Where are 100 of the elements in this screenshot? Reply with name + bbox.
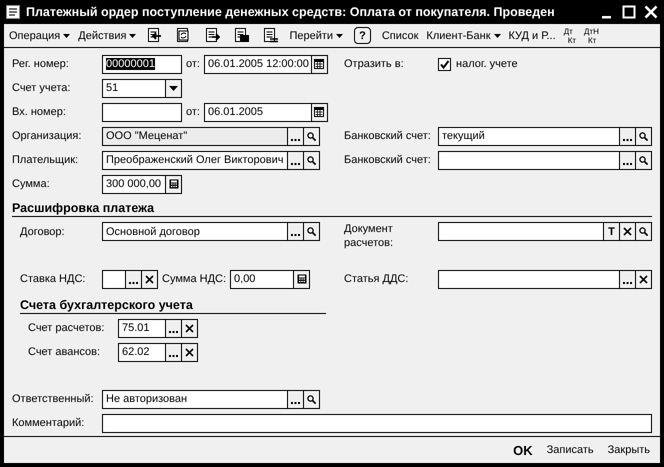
search-icon bbox=[307, 394, 316, 404]
menu-button[interactable]: Перейти bbox=[286, 26, 346, 46]
input-field[interactable] bbox=[438, 222, 604, 241]
field-label: Банковский счет: bbox=[344, 130, 432, 142]
dropdown-button[interactable] bbox=[166, 78, 182, 98]
search-button[interactable] bbox=[636, 126, 652, 146]
input-field[interactable] bbox=[438, 270, 620, 288]
dialog-button[interactable]: Закрыть bbox=[602, 444, 656, 456]
checkbox-label: налог. учете bbox=[456, 58, 518, 70]
field-label: Отразить в: bbox=[344, 58, 405, 70]
caret-icon bbox=[169, 84, 178, 92]
document-icon bbox=[233, 27, 250, 44]
checkbox[interactable] bbox=[438, 58, 451, 70]
select-button[interactable] bbox=[620, 126, 636, 146]
search-button[interactable] bbox=[636, 222, 652, 241]
select-button[interactable] bbox=[288, 390, 304, 408]
field-label: от: bbox=[185, 106, 201, 118]
field-label: Сумма НДС: bbox=[161, 273, 228, 285]
search-icon bbox=[639, 227, 648, 236]
clear-icon bbox=[623, 227, 632, 236]
input-field[interactable]: текущий bbox=[438, 126, 620, 146]
calc-button[interactable] bbox=[294, 270, 310, 288]
clear-button[interactable] bbox=[636, 270, 652, 288]
document-icon bbox=[262, 27, 280, 44]
input-field[interactable]: Преображенский Олег Викторович bbox=[102, 150, 288, 170]
field-label: Счет учета: bbox=[12, 82, 72, 94]
input-field[interactable]: 0,00 bbox=[230, 270, 294, 288]
search-icon bbox=[639, 132, 648, 140]
toolbar-button[interactable]: Список bbox=[378, 26, 422, 46]
search-icon bbox=[307, 156, 316, 164]
clear-button[interactable] bbox=[620, 222, 636, 241]
search-button[interactable] bbox=[304, 222, 320, 241]
calendar-icon bbox=[314, 59, 324, 69]
calendar-button[interactable] bbox=[312, 102, 328, 122]
input-field[interactable]: Не авторизован bbox=[102, 390, 288, 408]
field-label: Вх. номер: bbox=[12, 106, 67, 118]
select-button[interactable] bbox=[166, 342, 182, 362]
input-field[interactable]: 62.02 bbox=[118, 342, 166, 362]
caret-icon bbox=[63, 34, 70, 38]
dialog-button[interactable]: Записать bbox=[540, 444, 600, 456]
calculator-icon bbox=[168, 179, 178, 189]
input-field[interactable]: 300 000,00 bbox=[102, 174, 166, 194]
caret-icon bbox=[129, 34, 136, 38]
select-button[interactable] bbox=[620, 270, 636, 288]
dialog-button[interactable]: OK bbox=[507, 442, 539, 458]
field-label: Рег. номер: bbox=[12, 58, 70, 70]
menu-button[interactable]: Действия bbox=[75, 26, 140, 46]
select-button[interactable] bbox=[126, 270, 142, 288]
search-button[interactable] bbox=[304, 150, 320, 170]
clear-icon bbox=[639, 274, 648, 284]
field-label: Договор: bbox=[20, 226, 66, 238]
field-label: Статья ДДС: bbox=[344, 273, 410, 285]
search-icon bbox=[307, 227, 316, 236]
input-field[interactable] bbox=[102, 414, 652, 432]
field-label: Сумма: bbox=[12, 178, 51, 190]
select-button[interactable] bbox=[288, 150, 304, 170]
input-field[interactable] bbox=[102, 270, 126, 288]
select-button[interactable] bbox=[166, 318, 182, 338]
input-field[interactable]: 51 bbox=[102, 78, 166, 98]
menu-button[interactable]: Клиент-Банк bbox=[423, 26, 504, 46]
calc-button[interactable] bbox=[166, 174, 182, 194]
section-title: Счета бухгалтерского учета bbox=[20, 298, 193, 313]
calendar-button[interactable] bbox=[312, 54, 328, 74]
toolbar-button[interactable]: КУД и Р... bbox=[506, 26, 559, 46]
text-edit-button[interactable]: T bbox=[604, 222, 620, 241]
input-field[interactable]: 06.01.2005 12:00:00 bbox=[204, 54, 312, 74]
help-button[interactable]: ? bbox=[354, 27, 371, 44]
select-button[interactable] bbox=[288, 126, 304, 146]
input-field[interactable]: 06.01.2005 bbox=[204, 102, 312, 122]
input-field[interactable] bbox=[438, 150, 620, 170]
clear-button[interactable] bbox=[142, 270, 158, 288]
search-icon bbox=[639, 156, 648, 164]
document-icon bbox=[6, 5, 20, 19]
close-icon[interactable] bbox=[644, 5, 658, 19]
field-label: Комментарий: bbox=[12, 417, 86, 429]
maximize-icon[interactable] bbox=[622, 5, 636, 19]
clear-button[interactable] bbox=[182, 318, 198, 338]
select-button[interactable] bbox=[620, 150, 636, 170]
field-label: от: bbox=[185, 58, 201, 70]
clear-icon bbox=[145, 274, 154, 284]
document-icon bbox=[146, 27, 164, 44]
search-button[interactable] bbox=[304, 126, 320, 146]
caret-icon bbox=[494, 34, 501, 38]
menu-button[interactable]: Операция bbox=[6, 26, 74, 46]
clear-icon bbox=[185, 348, 194, 356]
input-field[interactable]: 75.01 bbox=[118, 318, 166, 338]
search-button[interactable] bbox=[304, 390, 320, 408]
input-field[interactable]: Основной договор bbox=[102, 222, 288, 241]
input-field[interactable]: ООО "Меценат" bbox=[102, 126, 288, 146]
field-label: Счет авансов: bbox=[28, 346, 102, 358]
caret-icon bbox=[336, 34, 344, 38]
clear-button[interactable] bbox=[182, 342, 198, 362]
input-field[interactable]: 00000001 bbox=[102, 54, 182, 74]
toolbar-button[interactable]: ДтН Кт bbox=[581, 26, 602, 46]
select-button[interactable] bbox=[288, 222, 304, 241]
search-button[interactable] bbox=[636, 150, 652, 170]
toolbar-button[interactable]: Дт Кт bbox=[560, 26, 580, 46]
input-field[interactable] bbox=[102, 102, 182, 122]
window-title: Платежный ордер поступление денежных средств: Оплата от покупателя. Проведен bbox=[26, 5, 556, 19]
field-label: Организация: bbox=[12, 130, 82, 142]
